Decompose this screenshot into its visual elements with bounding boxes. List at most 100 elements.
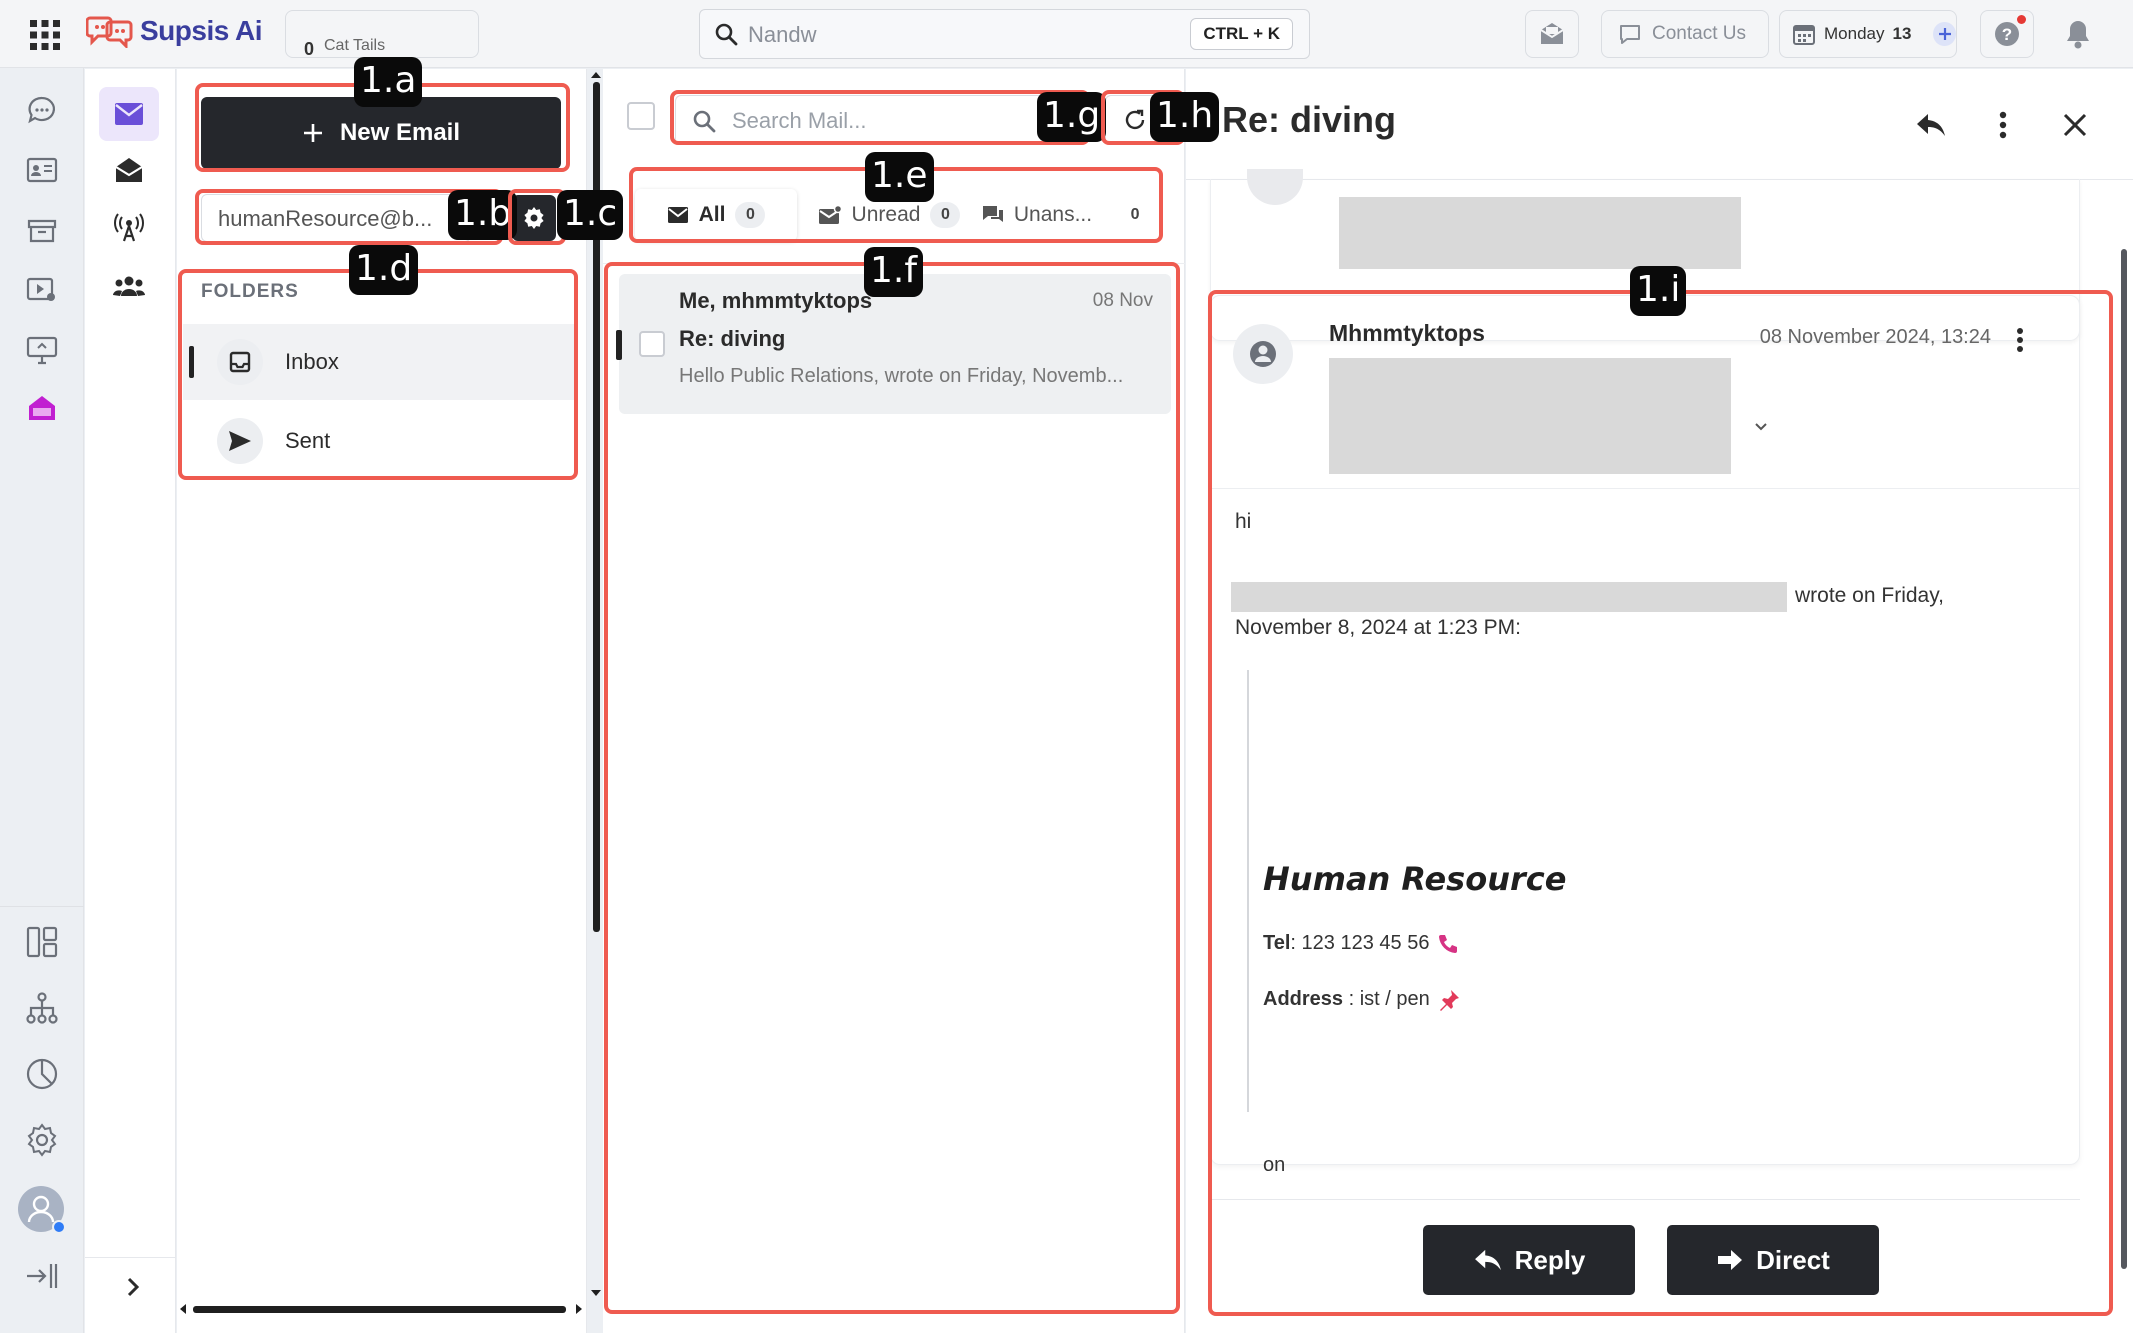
tab-unanswered[interactable]: Unans... 0 bbox=[975, 189, 1157, 241]
tel-value: : 123 123 45 56 bbox=[1290, 932, 1430, 954]
tab-all[interactable]: All 0 bbox=[635, 189, 797, 241]
help-button[interactable]: ? bbox=[1980, 10, 2034, 58]
contacts-card-icon[interactable] bbox=[22, 150, 62, 190]
tab-count-badge: 0 bbox=[1120, 202, 1151, 228]
redacted-recipients bbox=[1329, 358, 1731, 474]
scroll-right-icon[interactable] bbox=[574, 1303, 584, 1315]
global-search-input[interactable]: Nandw CTRL + K bbox=[699, 9, 1310, 59]
close-icon[interactable] bbox=[2053, 103, 2097, 147]
day-number: 13 bbox=[1892, 24, 1912, 43]
plus-icon bbox=[302, 122, 324, 144]
more-options-icon[interactable] bbox=[1981, 103, 2025, 147]
folder-label: Inbox bbox=[285, 349, 339, 374]
scroll-up-icon[interactable] bbox=[590, 70, 602, 80]
mail-search-placeholder: Search Mail... bbox=[732, 108, 867, 133]
pushpin-icon bbox=[1438, 989, 1460, 1011]
reply-icon[interactable] bbox=[1909, 103, 1953, 147]
settings-gear-icon[interactable] bbox=[22, 1120, 62, 1160]
mail-item-subject: Re: diving bbox=[679, 326, 786, 351]
monitor-icon[interactable] bbox=[22, 330, 62, 370]
message-date: 08 November 2024, 13:24 bbox=[1759, 326, 1991, 348]
reply-button[interactable]: Reply bbox=[1423, 1225, 1635, 1295]
mail-item-snippet: Hello Public Relations, wrote on Friday,… bbox=[679, 365, 1124, 387]
reply-label: Reply bbox=[1514, 1244, 1586, 1275]
top-bar: Supsis Ai 0 Cat Tails Nandw CTRL + K Con… bbox=[0, 0, 2133, 68]
annotation-tag: 1.d bbox=[349, 245, 419, 295]
mail-nav-icon[interactable] bbox=[99, 87, 159, 141]
phone-icon bbox=[1437, 933, 1459, 955]
message-card: Mhmmtyktops 08 November 2024, 13:24 hi w… bbox=[1210, 295, 2080, 1176]
mail-status-button[interactable] bbox=[1525, 10, 1579, 58]
left-rail bbox=[0, 68, 84, 1333]
mail-reader: Re: diving Mhmmtyktops 08 November 2024,… bbox=[1186, 69, 2133, 1333]
gear-icon bbox=[522, 206, 546, 230]
notifications-bell-icon[interactable] bbox=[2063, 18, 2095, 50]
media-settings-icon[interactable] bbox=[22, 270, 62, 310]
inbox-icon bbox=[217, 339, 263, 385]
mail-item-checkbox[interactable] bbox=[639, 331, 665, 357]
archive-box-icon[interactable] bbox=[22, 210, 62, 250]
reader-scrollbar[interactable] bbox=[2121, 249, 2127, 1269]
select-all-checkbox[interactable] bbox=[627, 102, 655, 130]
folder-panel-scrollbar-horizontal[interactable] bbox=[193, 1306, 566, 1313]
search-icon bbox=[714, 22, 738, 46]
contact-us-label: Contact Us bbox=[1652, 23, 1746, 44]
dashboard-layout-icon[interactable] bbox=[22, 922, 62, 962]
account-selector[interactable]: humanResource@b... bbox=[201, 194, 471, 242]
folder-label: Sent bbox=[285, 428, 331, 453]
active-marker bbox=[616, 330, 622, 360]
scroll-down-icon[interactable] bbox=[590, 1288, 602, 1298]
tab-label: Unread bbox=[851, 203, 921, 226]
cat-tails-counter[interactable]: 0 Cat Tails bbox=[285, 10, 479, 59]
mail-icon bbox=[667, 206, 689, 224]
chat-icon bbox=[1618, 22, 1642, 46]
message-divider bbox=[1211, 488, 2079, 489]
calendar-icon bbox=[1792, 22, 1816, 46]
annotation-tag: 1.b bbox=[448, 190, 518, 240]
address-value: : ist / pen bbox=[1343, 988, 1430, 1010]
tab-label: All bbox=[698, 203, 726, 226]
new-email-button[interactable]: New Email bbox=[201, 97, 561, 169]
folder-item-inbox[interactable]: Inbox bbox=[183, 324, 575, 400]
mail-home-icon[interactable] bbox=[22, 388, 62, 428]
contact-us-button[interactable]: Contact Us bbox=[1601, 10, 1769, 58]
collapse-rail-icon[interactable] bbox=[22, 1256, 62, 1296]
pie-chart-icon[interactable] bbox=[22, 1054, 62, 1094]
mail-search-input[interactable]: Search Mail... bbox=[675, 95, 1085, 145]
brand-logo[interactable]: Supsis Ai bbox=[86, 14, 263, 48]
add-event-icon[interactable] bbox=[1933, 22, 1956, 46]
day-label: Monday bbox=[1824, 24, 1885, 43]
annotation-tag: 1.c bbox=[557, 190, 624, 240]
app-grid-icon[interactable] bbox=[28, 18, 62, 52]
tab-count-badge: 0 bbox=[930, 202, 961, 228]
scroll-left-icon[interactable] bbox=[178, 1303, 188, 1315]
brand-name: Supsis Ai bbox=[140, 15, 263, 46]
chat-icon[interactable] bbox=[22, 90, 62, 130]
reader-footer-divider bbox=[1210, 1199, 2080, 1200]
open-mail-icon[interactable] bbox=[99, 143, 159, 197]
chevron-down-icon[interactable] bbox=[1751, 416, 1771, 436]
calendar-button[interactable]: Monday 13 bbox=[1779, 10, 1957, 58]
reader-subject-title: Re: diving bbox=[1222, 99, 1397, 140]
annotation-tag: 1.e bbox=[865, 152, 934, 202]
svg-text:?: ? bbox=[2002, 25, 2012, 44]
broadcast-antenna-icon[interactable] bbox=[99, 201, 159, 255]
team-users-icon[interactable] bbox=[99, 259, 159, 313]
message-more-options-icon[interactable] bbox=[2005, 322, 2035, 358]
hierarchy-icon[interactable] bbox=[22, 988, 62, 1028]
annotation-tag: 1.g bbox=[1037, 92, 1107, 142]
direct-button[interactable]: Direct bbox=[1667, 1225, 1879, 1295]
redacted-quote-sender bbox=[1231, 582, 1787, 612]
folder-item-sent[interactable]: Sent bbox=[183, 403, 575, 479]
annotation-tag: 1.i bbox=[1630, 266, 1687, 316]
mail-item-from: Me, mhmmtyktops bbox=[679, 288, 873, 313]
annotation-tag: 1.f bbox=[864, 247, 924, 297]
sender-avatar bbox=[1233, 324, 1293, 384]
user-avatar[interactable] bbox=[18, 1186, 66, 1234]
active-marker bbox=[189, 346, 194, 378]
chevron-right-icon[interactable] bbox=[121, 1275, 145, 1299]
folders-heading: FOLDERS bbox=[201, 281, 299, 302]
account-settings-button[interactable] bbox=[512, 195, 556, 241]
signature-name: Human Resource bbox=[1263, 860, 1567, 898]
mail-item-date: 08 Nov bbox=[1092, 290, 1153, 311]
